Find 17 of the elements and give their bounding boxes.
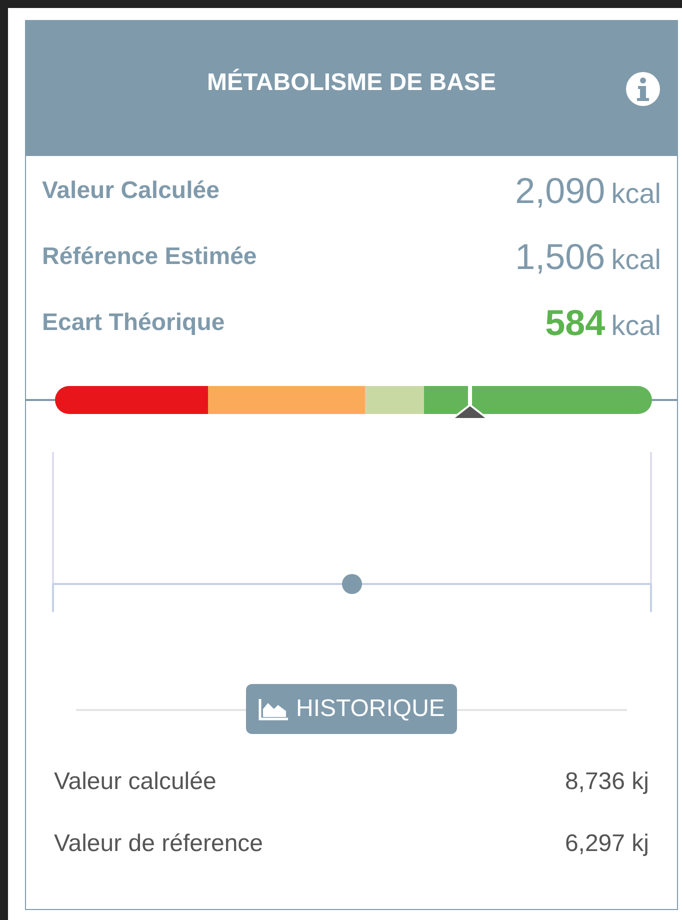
history-label: Valeur calculée [54, 767, 216, 797]
area-chart-icon [258, 697, 290, 721]
metric-unit: kcal [611, 243, 661, 277]
metric-label: Ecart Théorique [42, 308, 225, 338]
history-label: Valeur de réference [54, 829, 264, 859]
metric-unit: kcal [611, 309, 661, 343]
metric-value: 2,090 [515, 169, 606, 213]
metric-label: Référence Estimée [42, 242, 257, 272]
metric-value: 1,506 [515, 235, 606, 279]
info-icon[interactable] [625, 71, 661, 107]
history-value: 6,297 kj [564, 829, 649, 859]
history-value: 8,736 kj [564, 767, 649, 797]
metric-label: Valeur Calculée [42, 176, 220, 206]
history-button[interactable]: HISTORIQUE [246, 684, 457, 734]
card-title: MÉTABOLISME DE BASE [207, 68, 496, 98]
metric-unit: kcal [611, 177, 661, 211]
metric-value: 584 [545, 301, 606, 345]
